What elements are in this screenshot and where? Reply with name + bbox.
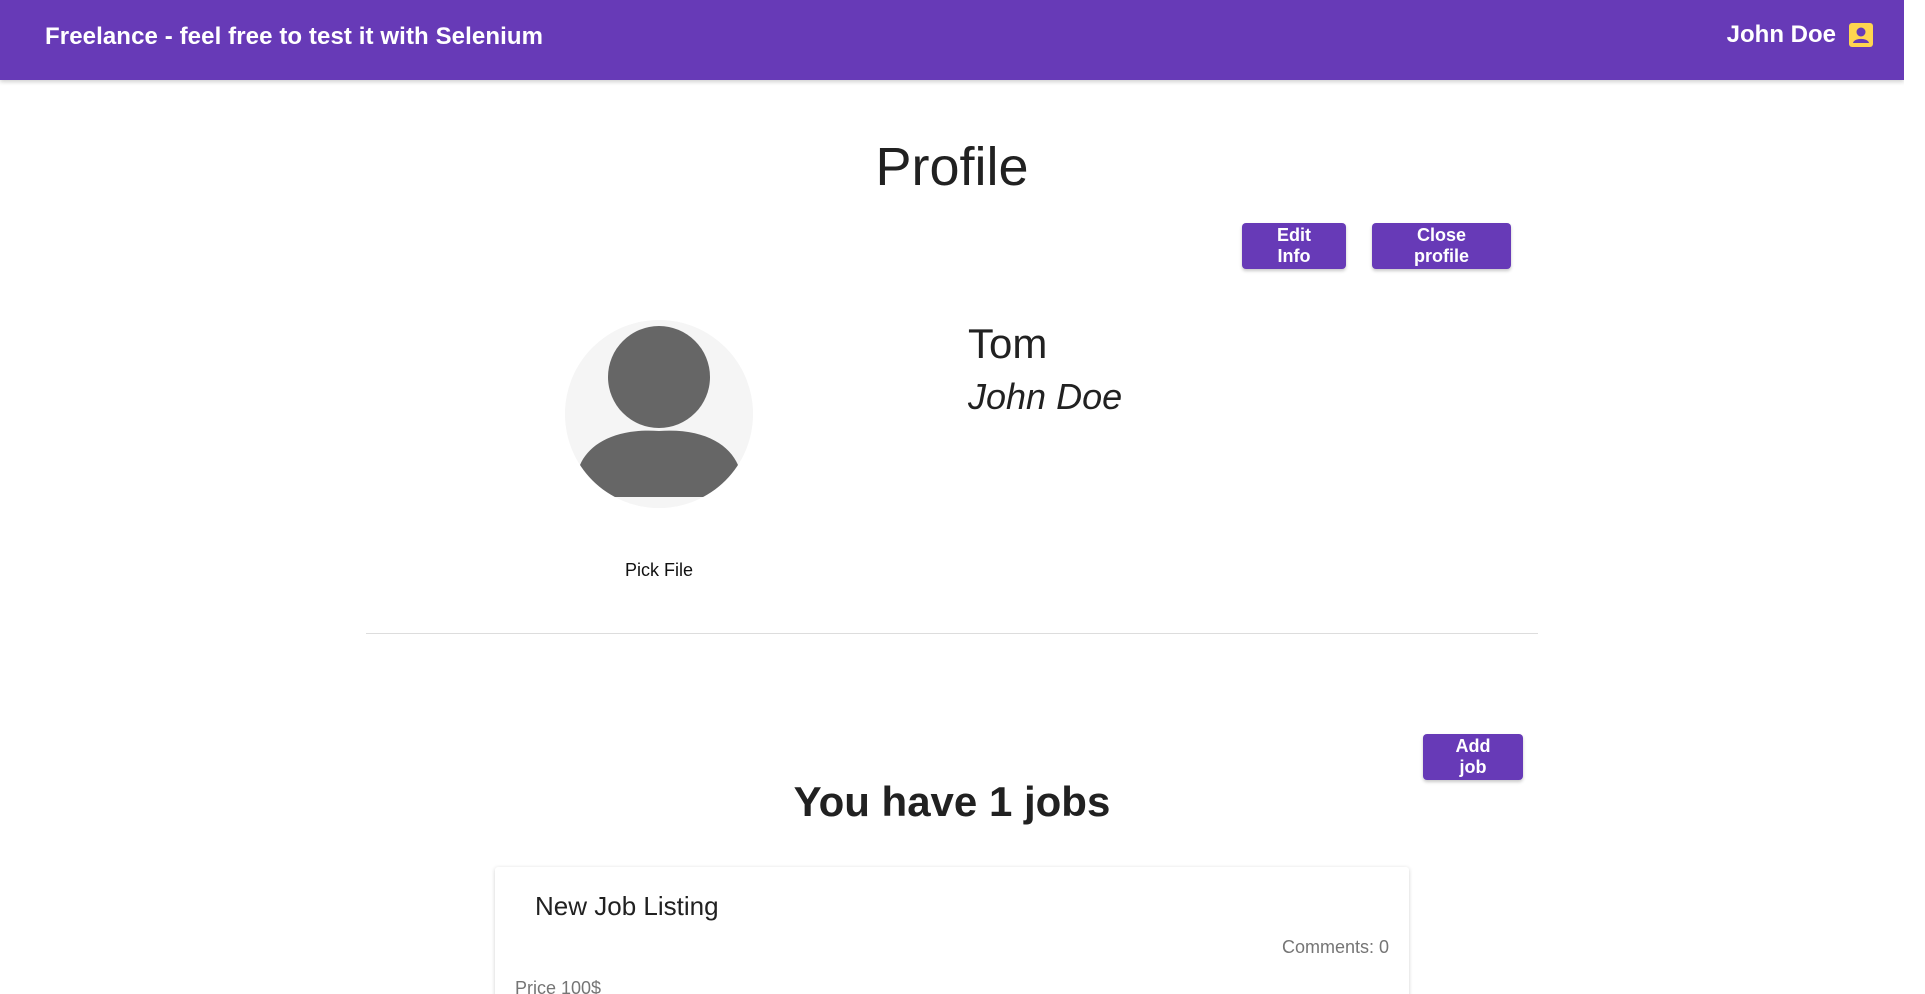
add-job-button[interactable]: Add job <box>1423 734 1523 780</box>
close-profile-button[interactable]: Close profile <box>1372 223 1511 269</box>
edit-info-button[interactable]: Edit Info <box>1242 223 1346 269</box>
app-window: Freelance - feel free to test it with Se… <box>0 0 1904 994</box>
user-name[interactable]: John Doe <box>1727 21 1836 49</box>
profile-full-name: John Doe <box>968 376 1123 417</box>
profile-avatar[interactable] <box>565 320 753 508</box>
user-menu[interactable]: John Doe <box>1727 21 1874 49</box>
pick-file-button[interactable]: Pick File <box>565 560 753 581</box>
job-card[interactable]: New Job Listing Comments: 0 Price 100$ <box>495 867 1409 994</box>
job-comments-count: Comments: 0 <box>1281 937 1389 957</box>
job-title[interactable]: New Job Listing <box>535 891 719 922</box>
profile-name: Tom <box>968 320 1048 367</box>
section-divider <box>366 633 1538 634</box>
user-avatar-icon <box>565 320 753 508</box>
page-title: Profile <box>875 137 1029 197</box>
top-app-bar: Freelance - feel free to test it with Se… <box>0 0 1904 80</box>
job-price: Price 100$ <box>515 978 602 994</box>
jobs-count-heading: You have 1 jobs <box>793 778 1111 825</box>
account-box-icon[interactable] <box>1848 22 1874 48</box>
app-title[interactable]: Freelance - feel free to test it with Se… <box>45 23 543 51</box>
